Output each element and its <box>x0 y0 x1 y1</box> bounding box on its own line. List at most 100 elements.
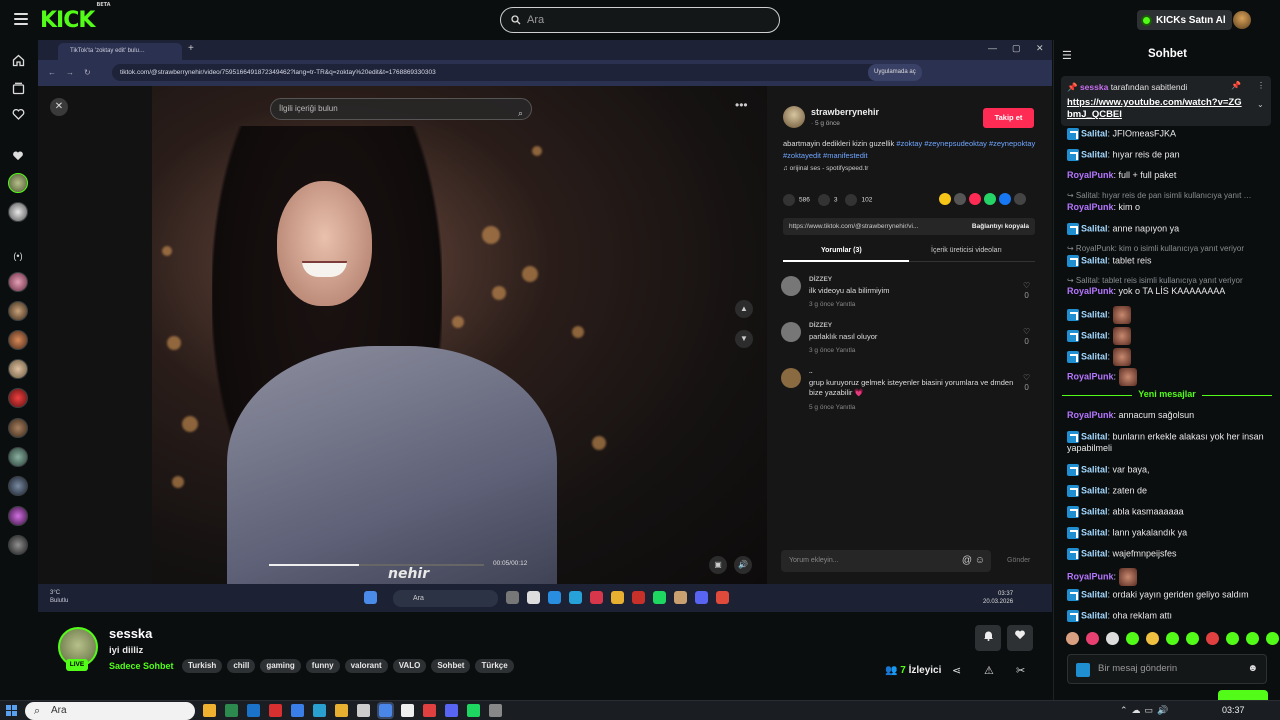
kick-logo[interactable]: KICKBETA <box>40 2 111 33</box>
emote-icon[interactable] <box>1226 632 1239 645</box>
emote-icon[interactable] <box>1146 632 1159 645</box>
send-chat-button[interactable] <box>1218 690 1268 700</box>
app-icon[interactable] <box>489 704 502 717</box>
chat-username[interactable]: Salital <box>1081 128 1108 138</box>
clip-icon[interactable]: ✂ <box>1016 664 1025 677</box>
chat-message[interactable]: Salital: anne napıyon ya <box>1067 223 1272 235</box>
chat-message[interactable]: Salital: var baya, <box>1067 464 1272 476</box>
stream-player[interactable]: TikTok'ta 'zoktay edit' bulu… + — ▢ ✕ ← … <box>38 40 1052 612</box>
tag-pill[interactable]: Türkçe <box>475 659 514 673</box>
emote-icon[interactable] <box>1066 632 1079 645</box>
chat-username[interactable]: RoyalPunk <box>1067 371 1114 381</box>
emote-icon[interactable] <box>1166 632 1179 645</box>
tag-pill[interactable]: Sohbet <box>431 659 471 673</box>
word-icon[interactable] <box>291 704 304 717</box>
emote-icon[interactable] <box>1086 632 1099 645</box>
discord-icon[interactable] <box>445 704 458 717</box>
search-input[interactable] <box>527 14 747 26</box>
spotify-icon[interactable] <box>467 704 480 717</box>
app-icon[interactable] <box>225 704 238 717</box>
chat-username[interactable]: Salital <box>1081 527 1108 537</box>
notification-bell-button[interactable] <box>975 625 1001 651</box>
chat-username[interactable]: Salital <box>1081 506 1108 516</box>
app-icon[interactable] <box>423 704 436 717</box>
chat-message[interactable]: Salital: <box>1067 327 1272 345</box>
pinned-message[interactable]: 📌 sesska tarafından sabitlendi https://w… <box>1061 76 1271 126</box>
chat-username[interactable]: Salital <box>1081 464 1108 474</box>
chrome-icon[interactable] <box>377 702 394 719</box>
app-icon[interactable] <box>357 704 370 717</box>
recommended-channel-avatar[interactable] <box>8 301 28 321</box>
follow-heart-button[interactable] <box>1007 625 1033 651</box>
chat-input-box[interactable]: ☻ <box>1067 654 1267 684</box>
app-icon[interactable] <box>401 704 414 717</box>
chat-username[interactable]: Salital <box>1081 330 1108 340</box>
file-explorer-icon[interactable] <box>203 704 216 717</box>
chat-message[interactable]: RoyalPunk: full + full paket <box>1067 170 1272 181</box>
recommended-channel-avatar[interactable] <box>8 330 28 350</box>
chat-message[interactable]: RoyalPunk: <box>1067 568 1272 586</box>
chat-message[interactable]: RoyalPunk: annacum sağolsun <box>1067 410 1272 421</box>
pinned-link[interactable]: https://www.youtube.com/watch?v=ZGbmJ_QC… <box>1067 97 1242 121</box>
edge-icon[interactable] <box>313 704 326 717</box>
recommended-channel-avatar[interactable] <box>8 535 28 555</box>
tag-pill[interactable]: gaming <box>260 659 301 673</box>
user-avatar[interactable] <box>1233 11 1251 29</box>
search-bar[interactable] <box>500 7 780 33</box>
emote-icon[interactable] <box>1106 632 1119 645</box>
recommended-channel-avatar[interactable] <box>8 476 28 496</box>
tag-pill[interactable]: Turkish <box>182 659 223 673</box>
app-icon[interactable] <box>335 704 348 717</box>
recommended-channel-avatar[interactable] <box>8 272 28 292</box>
chat-message[interactable]: RoyalPunk: <box>1067 368 1272 386</box>
chat-message[interactable]: Salital: JFIOmeasFJKA <box>1067 128 1272 140</box>
emote-icon[interactable] <box>1266 632 1279 645</box>
outlook-icon[interactable] <box>247 704 260 717</box>
share-icon[interactable]: ⋖ <box>952 664 961 677</box>
chat-message[interactable]: Salital: zaten de <box>1067 485 1272 497</box>
emote-icon[interactable] <box>1186 632 1199 645</box>
chat-username[interactable]: RoyalPunk <box>1067 170 1114 180</box>
system-tray[interactable]: ⌃☁▭🔊 <box>1120 705 1172 716</box>
chat-message[interactable]: Salital: tablet reis <box>1067 255 1272 267</box>
recommended-channel-avatar[interactable] <box>8 359 28 379</box>
chat-message[interactable]: Salital: oha reklam attı <box>1067 610 1272 622</box>
chat-username[interactable]: RoyalPunk <box>1067 571 1114 581</box>
chat-message[interactable]: Salital: ordaki yayın geriden geliyo sal… <box>1067 589 1272 601</box>
recommended-channel-avatar[interactable] <box>8 447 28 467</box>
windows-start-icon[interactable] <box>6 705 17 716</box>
channel-name[interactable]: sesska <box>109 626 152 641</box>
following-icon[interactable] <box>11 108 25 122</box>
browse-icon[interactable] <box>11 82 25 96</box>
emote-icon[interactable] <box>1206 632 1219 645</box>
unpin-icon[interactable]: 📌 <box>1231 81 1241 90</box>
tag-pill[interactable]: chill <box>227 659 256 673</box>
report-icon[interactable]: ⚠ <box>984 664 994 677</box>
chat-input[interactable] <box>1098 663 1238 674</box>
buy-kicks-button[interactable]: KICKs Satın Al <box>1137 10 1232 30</box>
followed-channel-avatar[interactable] <box>8 173 28 193</box>
windows-search[interactable]: ⌕ Ara <box>25 702 195 720</box>
emote-icon[interactable] <box>1126 632 1139 645</box>
emote-icon[interactable] <box>1246 632 1259 645</box>
chat-message[interactable]: Salital: <box>1067 306 1272 324</box>
chat-message[interactable]: RoyalPunk: yok o TA LİS KAAAAAAAA <box>1067 286 1272 297</box>
menu-icon[interactable] <box>14 13 28 25</box>
filezilla-icon[interactable] <box>269 704 282 717</box>
stream-category[interactable]: Sadece Sohbet <box>109 661 174 671</box>
followed-channel-avatar[interactable] <box>8 202 28 222</box>
chat-username[interactable]: Salital <box>1081 223 1108 233</box>
chat-username[interactable]: RoyalPunk <box>1067 202 1114 212</box>
emoji-icon[interactable]: ☻ <box>1247 663 1258 674</box>
home-icon[interactable] <box>11 54 25 68</box>
chat-username[interactable]: Salital <box>1081 351 1108 361</box>
more-options-icon[interactable]: ⋮ <box>1257 81 1265 90</box>
chat-username[interactable]: Salital <box>1081 589 1108 599</box>
tag-pill[interactable]: funny <box>305 659 340 673</box>
chat-message[interactable]: Salital: abla kasmaaaaaa <box>1067 506 1272 518</box>
chat-username[interactable]: RoyalPunk <box>1067 286 1114 296</box>
tag-pill[interactable]: VALO <box>392 659 427 673</box>
chat-username[interactable]: Salital <box>1081 255 1108 265</box>
chat-message[interactable]: Salital: hıyar reis de pan <box>1067 149 1272 161</box>
chat-username[interactable]: RoyalPunk <box>1067 410 1114 420</box>
